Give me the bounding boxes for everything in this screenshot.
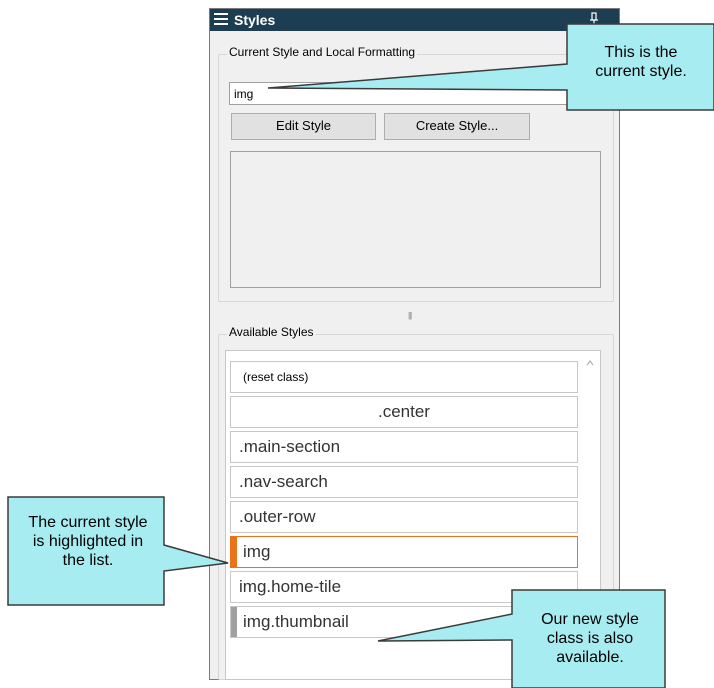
callout-current-style-text: This is the current style. bbox=[595, 44, 687, 80]
callout-highlighted-text: The current style is highlighted in the … bbox=[28, 514, 148, 569]
callout-layer bbox=[7, 23, 714, 688]
callout-new-class-text: Our new style class is also available. bbox=[541, 611, 639, 666]
